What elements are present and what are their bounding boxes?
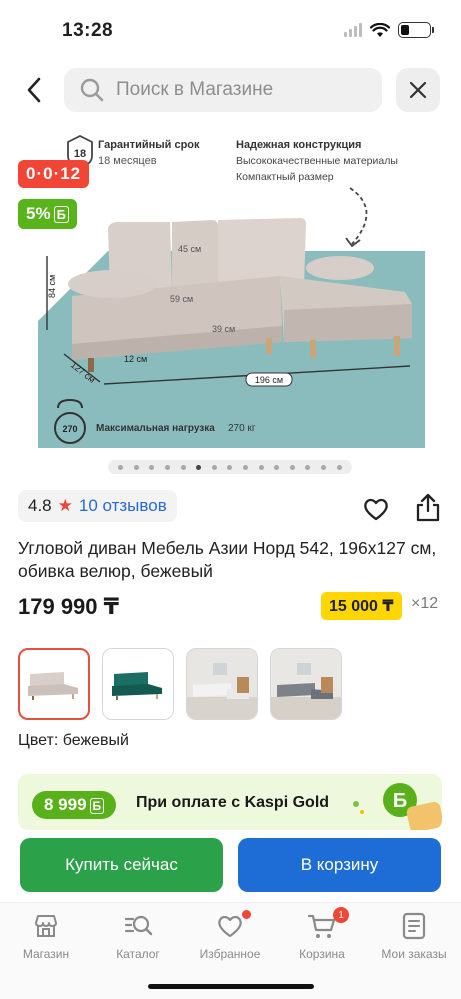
wifi-icon [370,22,390,37]
status-icons [344,22,434,38]
pager-dot[interactable] [133,464,139,470]
dim-width-label: 196 см [255,375,283,385]
tab-orders[interactable]: Мои заказы [368,911,460,961]
load-icon-text: 270 [62,424,77,434]
tab-store-label: Магазин [22,947,70,961]
warranty-value: 18 месяцев [98,155,157,167]
favorites-notification-dot [242,910,251,919]
add-to-cart-button[interactable]: В корзину [238,838,441,892]
tab-store[interactable]: Магазин [0,911,92,961]
bonus-badge-value: 5% [26,204,51,223]
pager-dot[interactable] [180,464,186,470]
pager-dot[interactable] [196,464,202,470]
pager-dot[interactable] [258,464,264,470]
dim-seat-height-label: 39 см [212,324,235,334]
rating-score: 4.8 [28,496,52,515]
construction-line1: Высококачественные материалы [236,155,398,167]
sofa-beige-image [28,672,78,700]
pager-dot[interactable] [321,464,327,470]
dim-leg-label: 12 см [124,354,147,364]
pager-dot[interactable] [118,464,124,470]
sofa-room-image [187,649,257,719]
installment-badge: 0·0·12 [18,160,90,188]
buy-now-button[interactable]: Купить сейчас [20,838,223,892]
tab-catalog[interactable]: Каталог [92,911,184,961]
battery-icon [398,22,434,38]
bonus-badge: 5% Б [18,199,77,229]
pager-dot[interactable] [149,464,155,470]
image-pager[interactable] [108,460,352,474]
installment-amount: 15 000 ₸ [321,592,402,620]
load-label: Максимальная нагрузка [96,423,215,434]
pager-dot[interactable] [211,464,217,470]
sofa-dark-room-image [271,649,341,719]
banner-text: При оплате с Kaspi Gold [136,794,330,811]
construction-line2: Компактный размер [236,171,334,183]
home-indicator [148,984,314,989]
variant-thumb-beige[interactable] [18,648,90,720]
svg-text:Б: Б [393,790,407,812]
cellular-signal-icon [344,23,362,37]
search-input[interactable] [116,79,356,101]
load-value: 270 кг [228,423,256,434]
pager-dot[interactable] [165,464,171,470]
bonus-symbol-icon: Б [53,206,69,223]
color-label: Цвет: бежевый [18,732,129,749]
tab-orders-label: Мои заказы [381,947,447,961]
pager-dot[interactable] [289,464,295,470]
status-time: 13:28 [62,20,114,41]
catalog-search-icon [124,915,153,936]
sofa-green-image [112,672,162,700]
share-icon [416,493,440,522]
dim-height-label: 84 см [47,275,57,298]
product-price: 179 990 ₸ [18,594,119,619]
orders-icon [402,912,426,940]
bonus-amount-badge: 8 999 Б [32,791,117,819]
variant-thumb-grey-room[interactable] [186,648,258,720]
star-icon: ★ [57,496,73,515]
kaspi-gold-banner[interactable]: 8 999 Б При оплате с Kaspi Gold Б [18,774,442,830]
close-button[interactable] [396,68,440,112]
color-variants [18,648,342,720]
dim-back-label: 45 см [178,244,201,254]
tab-favorites-label: Избранное [199,947,261,961]
heart-icon [364,498,388,521]
dim-seat-depth-label: 59 см [170,294,193,304]
pager-dot[interactable] [243,464,249,470]
construction-title: Надежная конструкция [236,139,361,151]
tab-favorites[interactable]: Избранное [184,910,276,961]
close-icon [409,81,427,99]
chevron-left-icon [27,77,41,103]
bonus-amount: 8 999 [44,795,87,814]
cart-count-badge: 1 [333,907,349,923]
bonus-currency-icon: Б [89,798,105,814]
warranty-icon-text: 18 [74,148,86,160]
pager-dot[interactable] [227,464,233,470]
share-button[interactable] [412,490,444,524]
tab-cart[interactable]: 1 Корзина [276,907,368,961]
variant-thumb-dark-room[interactable] [270,648,342,720]
back-button[interactable] [18,72,50,108]
pager-dot[interactable] [336,464,342,470]
tab-cart-label: Корзина [299,947,345,961]
arrow-icon [349,187,368,245]
status-bar: 13:28 [0,0,461,62]
kaspi-bonus-decoration: Б [353,783,442,830]
installment-months: ×12 [411,595,439,612]
store-icon [35,915,57,937]
tab-catalog-label: Каталог [116,947,160,961]
pager-dot[interactable] [305,464,311,470]
search-bar[interactable] [64,68,382,112]
warranty-title: Гарантийный срок [98,139,200,151]
product-title: Угловой диван Мебель Азии Норд 542, 196x… [18,538,437,581]
favorite-button[interactable] [360,493,392,525]
variant-thumb-green[interactable] [102,648,174,720]
search-icon [80,78,104,102]
heart-icon [218,915,242,938]
reviews-link[interactable]: 10 отзывов [79,496,167,516]
pager-dot[interactable] [274,464,280,470]
rating-chip[interactable]: 4.8 ★ 10 отзывов [18,490,177,522]
